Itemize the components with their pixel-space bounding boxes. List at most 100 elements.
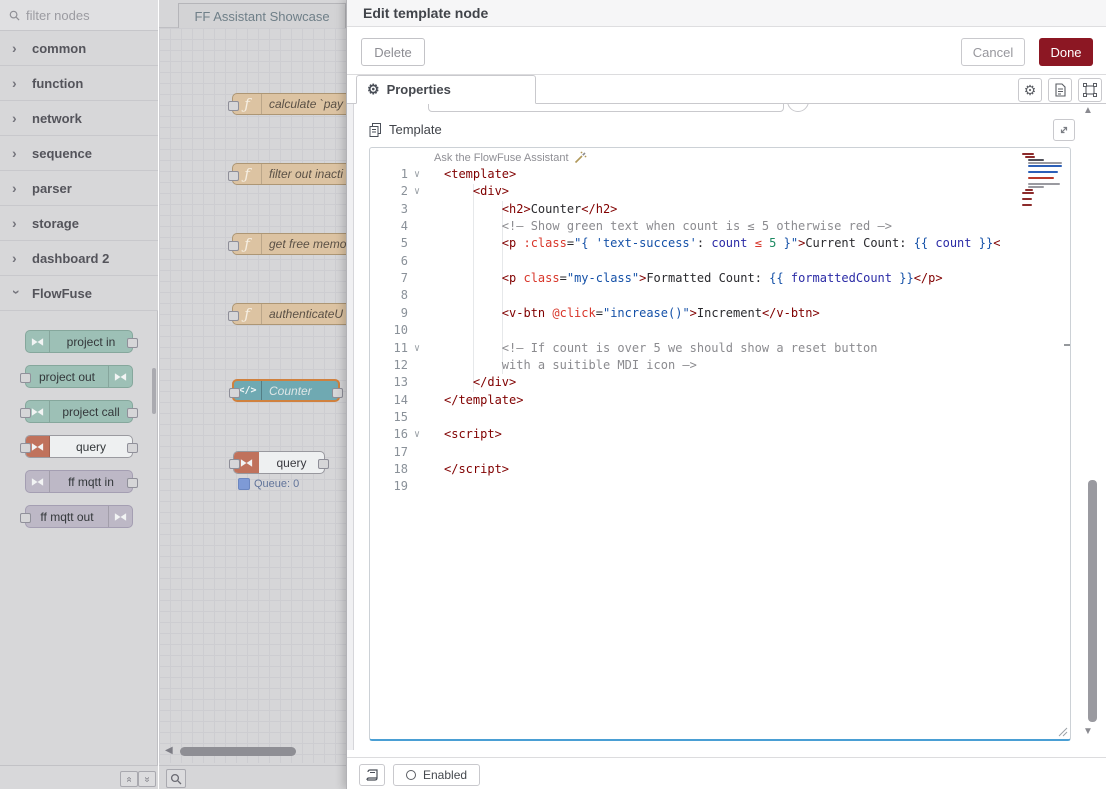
node-input-port[interactable] <box>228 241 239 251</box>
node-output-port[interactable] <box>318 459 329 469</box>
editor-expand-button[interactable] <box>1053 119 1075 141</box>
hscroll-thumb[interactable] <box>180 747 296 756</box>
palette-node-project-call[interactable]: project call <box>25 400 133 423</box>
code-line-5[interactable]: <p :class="{ 'text-success': count ≤ 5 }… <box>444 235 1000 252</box>
tray-scroll-down-icon[interactable]: ▼ <box>1083 726 1093 737</box>
node-input-port[interactable] <box>229 388 240 398</box>
code-line-7[interactable]: <p class="my-class">Formatted Count: {{ … <box>444 270 943 287</box>
clipped-toggle[interactable] <box>787 104 809 112</box>
tab-properties[interactable]: ⚙ Properties <box>356 75 536 104</box>
palette-category-common[interactable]: ›common <box>0 31 158 66</box>
code-token <box>444 219 502 233</box>
cancel-button[interactable]: Cancel <box>961 38 1025 66</box>
node-output-port[interactable] <box>332 388 343 398</box>
node-input-port[interactable] <box>20 443 31 453</box>
palette-category-label: function <box>32 76 83 91</box>
fold-chevron-icon[interactable]: ∨ <box>414 166 428 183</box>
code-token: {{ <box>769 271 791 285</box>
done-button[interactable]: Done <box>1039 38 1093 66</box>
fold-chevron-icon[interactable]: ∨ <box>414 426 428 443</box>
flow-node-filter-out-inacti[interactable]: ƒfilter out inacti <box>232 163 346 185</box>
palette-collapse-all-button[interactable]: » <box>120 771 138 787</box>
palette-node-query[interactable]: query <box>25 435 133 458</box>
palette-node-label: project out <box>26 366 108 387</box>
minimap-row <box>1022 159 1062 161</box>
node-settings-button[interactable]: ⚙ <box>1018 78 1042 102</box>
hscroll-left-arrow-icon[interactable]: ◀ <box>165 745 173 756</box>
code-line-18[interactable]: </script> <box>444 461 509 478</box>
code-line-11[interactable]: <!— If count is over 5 we should show a … <box>444 340 877 357</box>
docs-button[interactable] <box>359 764 385 786</box>
node-input-port[interactable] <box>228 171 239 181</box>
minimap-row <box>1022 174 1062 176</box>
description-button[interactable] <box>1048 78 1072 102</box>
code-line-16[interactable]: <script> <box>444 426 502 443</box>
node-input-port[interactable] <box>229 459 240 469</box>
template-code-editor[interactable]: Ask the FlowFuse Assistant 1∨<template>2… <box>369 147 1071 741</box>
minimap-bar <box>1025 189 1033 191</box>
palette-node-ff-mqtt-in[interactable]: ff mqtt in <box>25 470 133 493</box>
flow-node-calculate-pay[interactable]: ƒcalculate `pay <box>232 93 346 115</box>
flow-workspace: FF Assistant Showcase ƒcalculate `pay ƒfi… <box>159 0 346 789</box>
palette-expand-all-button[interactable]: » <box>138 771 156 787</box>
palette-category-network[interactable]: ›network <box>0 101 158 136</box>
node-output-port[interactable] <box>127 443 138 453</box>
code-token: count <box>935 236 971 250</box>
palette-node-ff-mqtt-out[interactable]: ff mqtt out <box>25 505 133 528</box>
editor-minimap[interactable] <box>1022 153 1062 207</box>
double-chevron-up-icon: » <box>124 776 135 782</box>
code-line-3[interactable]: <h2>Counter</h2> <box>444 201 617 218</box>
palette-node-project-out[interactable]: project out <box>25 365 133 388</box>
code-line-9[interactable]: <v-btn @click="increase()">Increment</v-… <box>444 305 820 322</box>
workspace-zoom-button[interactable] <box>166 769 186 788</box>
tray-resize-handle[interactable] <box>347 104 354 750</box>
line-number: 1 <box>370 166 408 183</box>
tray-scroll-up-icon[interactable]: ▲ <box>1083 105 1093 116</box>
name-field-clipped[interactable] <box>428 104 784 112</box>
flow-node-authenticateu[interactable]: ƒauthenticateU <box>232 303 346 325</box>
code-token: </template> <box>444 393 523 407</box>
code-token: Counter <box>531 202 582 216</box>
palette-scrollbar-thumb[interactable] <box>152 368 156 414</box>
palette-category-sequence[interactable]: ›sequence <box>0 136 158 171</box>
tray-title: Edit template node <box>347 0 1106 27</box>
selection-frame-icon <box>1083 83 1097 97</box>
node-input-port[interactable] <box>20 373 31 383</box>
palette-category-dashboard-2[interactable]: ›dashboard 2 <box>0 241 158 276</box>
node-output-port[interactable] <box>127 408 138 418</box>
line-number: 7 <box>370 270 408 287</box>
code-line-4[interactable]: <!— Show green text when count is ≤ 5 ot… <box>444 218 892 235</box>
palette-category-function[interactable]: ›function <box>0 66 158 101</box>
enabled-toggle-button[interactable]: Enabled <box>393 764 480 786</box>
flow-node-query[interactable]: query <box>233 451 325 474</box>
tray-scrollbar-thumb[interactable] <box>1088 480 1097 722</box>
flow-node-counter[interactable]: </>Counter <box>232 379 340 402</box>
node-input-port[interactable] <box>228 311 239 321</box>
assistant-hint[interactable]: Ask the FlowFuse Assistant <box>434 151 587 164</box>
code-line-2[interactable]: <div> <box>444 183 509 200</box>
node-output-port[interactable] <box>127 338 138 348</box>
palette-node-project-in[interactable]: project in <box>25 330 133 353</box>
line-number: 10 <box>370 322 408 339</box>
palette-category-storage[interactable]: ›storage <box>0 206 158 241</box>
fold-chevron-icon[interactable]: ∨ <box>414 183 428 200</box>
palette-category-flowfuse[interactable]: ›FlowFuse <box>0 276 158 311</box>
minimap-bar <box>1022 153 1034 155</box>
code-line-1[interactable]: <template> <box>444 166 516 183</box>
editor-resize-grip[interactable] <box>1056 725 1068 737</box>
node-red-editor: filter nodes ›common›function›network›se… <box>0 0 1106 789</box>
flow-tab[interactable]: FF Assistant Showcase <box>178 3 346 28</box>
node-input-port[interactable] <box>228 101 239 111</box>
palette-search-input[interactable]: filter nodes <box>0 0 158 31</box>
node-input-port[interactable] <box>20 408 31 418</box>
code-line-14[interactable]: </template> <box>444 392 523 409</box>
node-input-port[interactable] <box>20 513 31 523</box>
code-line-13[interactable]: </div> <box>444 374 516 391</box>
palette-category-parser[interactable]: ›parser <box>0 171 158 206</box>
node-output-port[interactable] <box>127 478 138 488</box>
flow-node-get-free-memo[interactable]: ƒget free memo <box>232 233 346 255</box>
appearance-button[interactable] <box>1078 78 1102 102</box>
delete-button[interactable]: Delete <box>361 38 425 66</box>
fold-chevron-icon[interactable]: ∨ <box>414 340 428 357</box>
code-line-12[interactable]: with a suitible MDI icon —> <box>444 357 697 374</box>
